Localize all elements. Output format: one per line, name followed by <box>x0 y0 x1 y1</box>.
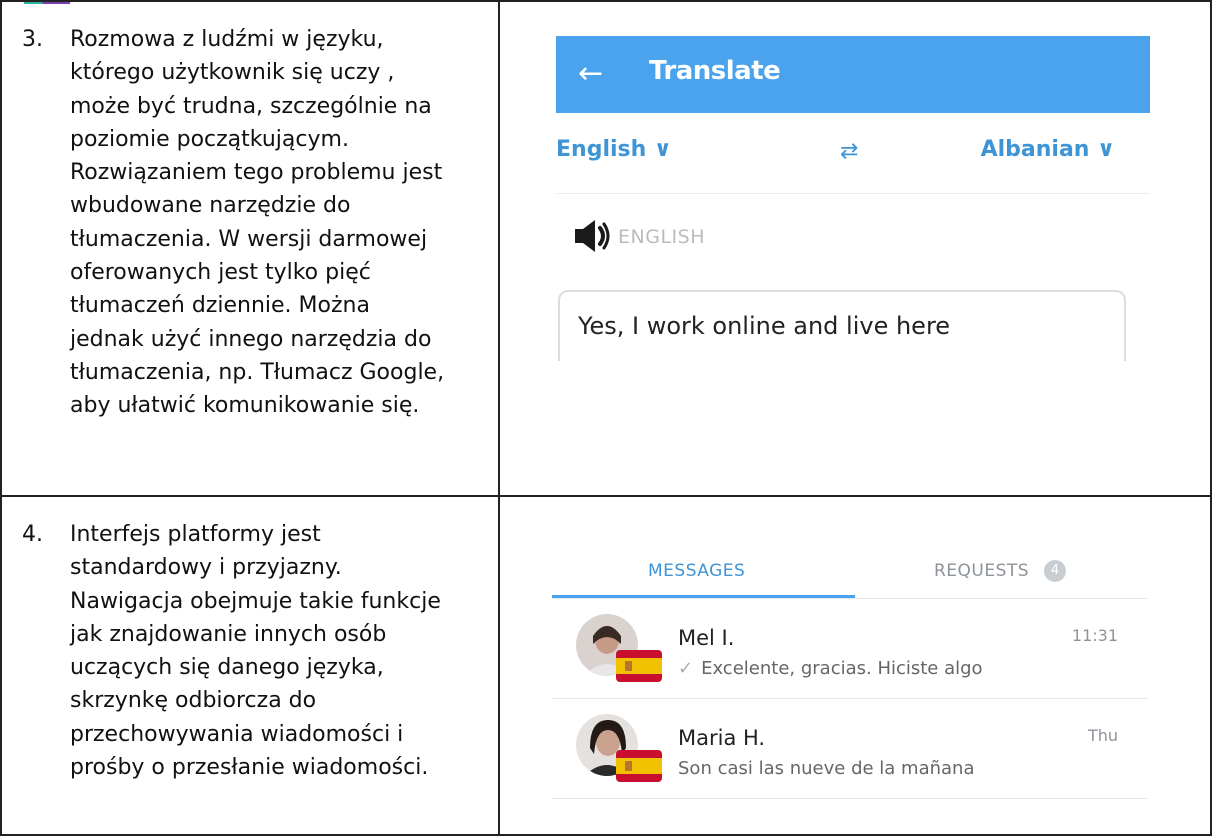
message-time: 11:31 <box>1071 626 1118 645</box>
source-language-label: ENGLISH <box>618 226 705 248</box>
contact-name: Maria H. <box>678 726 766 750</box>
spain-flag-icon <box>616 650 662 682</box>
speaker-icon[interactable] <box>573 216 613 256</box>
tab-divider <box>552 598 1148 599</box>
item-number: 3. <box>22 27 43 52</box>
tab-bar: MESSAGES REQUESTS 4 <box>552 540 1148 599</box>
conversation-row[interactable]: Maria H. Thu Son casi las nueve de la ma… <box>552 702 1148 798</box>
spain-flag-icon <box>616 750 662 782</box>
message-time: Thu <box>1087 726 1118 745</box>
preview-text: Excelente, gracias. Hiciste algo <box>701 658 983 679</box>
translation-input[interactable]: Yes, I work online and live here <box>558 290 1126 361</box>
language-selector-row: English ∨ ⇄ Albanian ∨ <box>556 113 1150 194</box>
source-language-dropdown[interactable]: English ∨ <box>556 137 672 162</box>
table-border-right <box>1210 0 1212 836</box>
contact-name: Mel I. <box>678 626 735 650</box>
target-language-dropdown[interactable]: Albanian ∨ <box>981 137 1115 162</box>
message-preview: ✓ Excelente, gracias. Hiciste algo <box>678 658 983 679</box>
tab-requests[interactable]: REQUESTS <box>934 561 1029 581</box>
conversation-row[interactable]: Mel I. 11:31 ✓ Excelente, gracias. Hicist… <box>552 602 1148 698</box>
table-border-top <box>0 0 1212 2</box>
row-divider <box>552 798 1148 799</box>
tab-messages[interactable]: MESSAGES <box>648 561 745 581</box>
requests-count-badge: 4 <box>1044 560 1066 582</box>
translate-header: ← Translate <box>556 36 1150 113</box>
item-text: Rozmowa z ludźmi w języku, którego użytk… <box>70 27 445 419</box>
back-arrow-icon[interactable]: ← <box>578 56 603 91</box>
table-border-middle <box>0 495 1212 497</box>
page-title: Translate <box>649 56 781 86</box>
translate-screenshot: ← Translate English ∨ ⇄ Albanian ∨ ENGLI… <box>556 36 1150 361</box>
item-text: Interfejs platformy jest standardowy i p… <box>70 522 441 781</box>
item-number: 4. <box>22 522 43 547</box>
swap-languages-icon[interactable]: ⇄ <box>840 139 858 164</box>
read-check-icon: ✓ <box>678 658 694 679</box>
messages-screenshot: MESSAGES REQUESTS 4 Mel I. 11:31 ✓ Excele… <box>552 540 1148 818</box>
table-border-left <box>0 0 2 836</box>
input-value: Yes, I work online and live here <box>578 312 951 340</box>
message-preview: Son casi las nueve de la mañana <box>678 758 975 779</box>
row-divider <box>552 698 1148 699</box>
